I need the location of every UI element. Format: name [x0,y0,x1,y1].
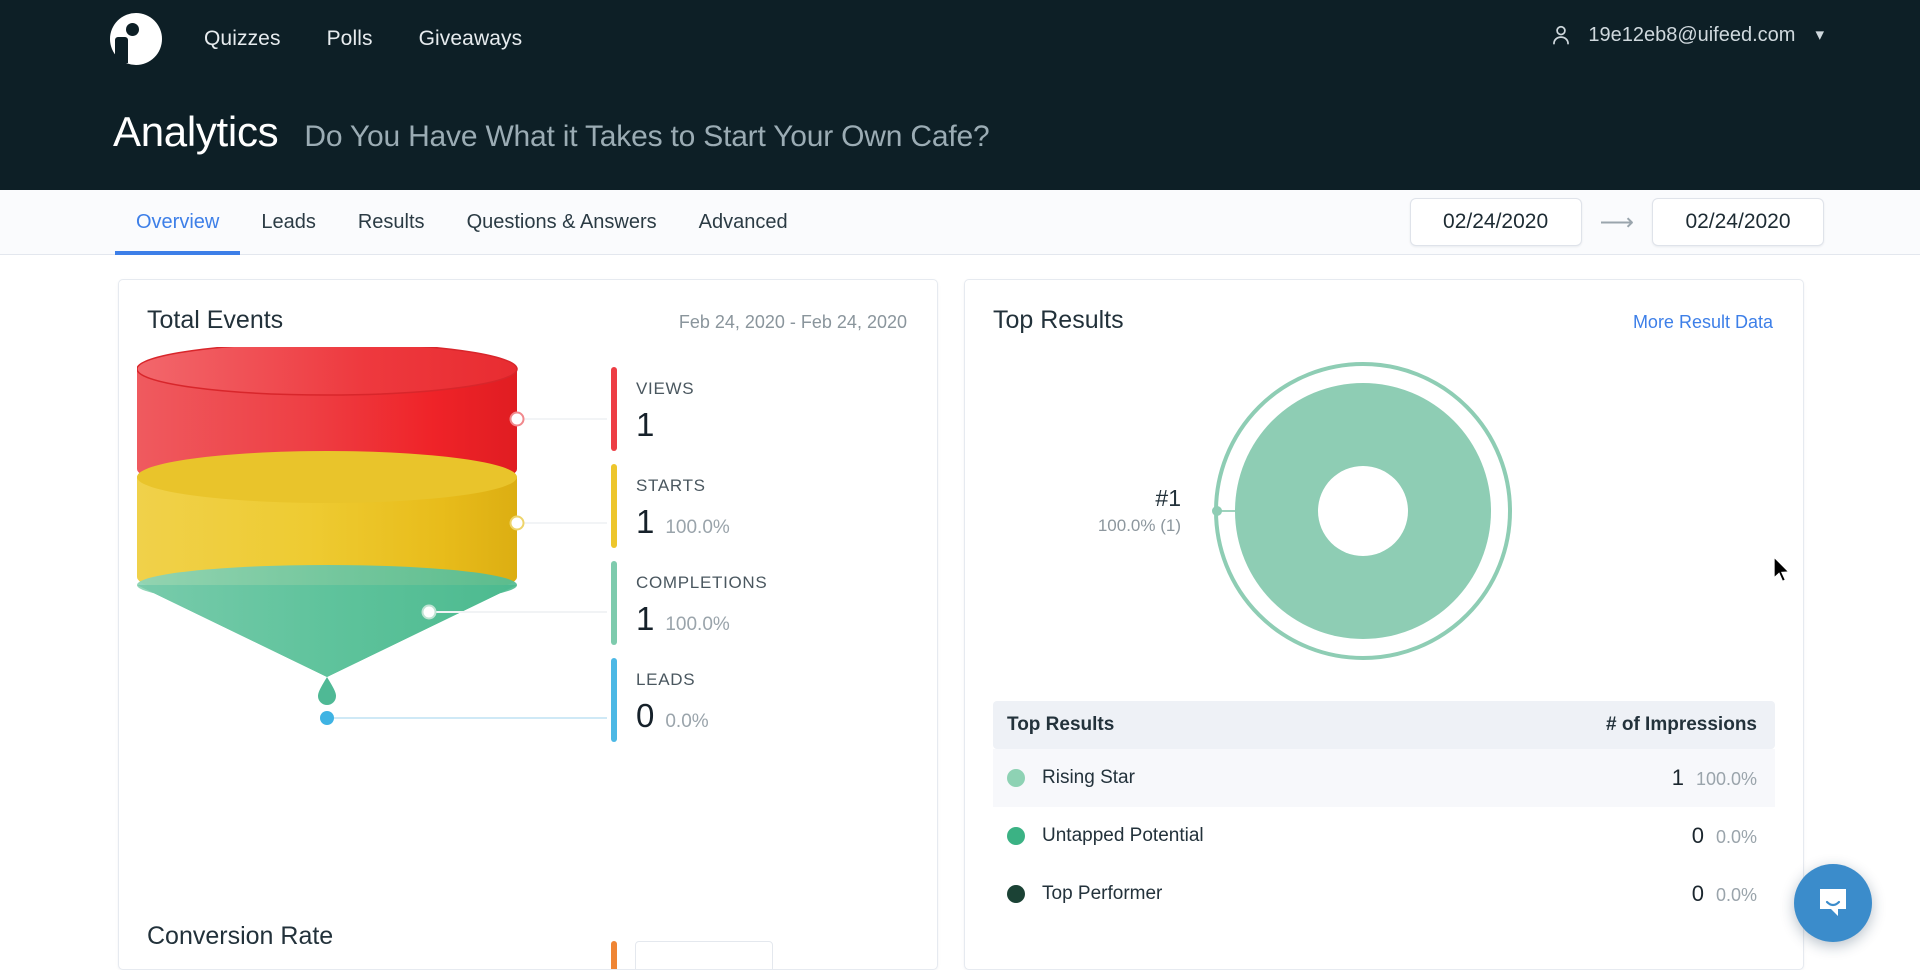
page-subtitle: Do You Have What it Takes to Start Your … [304,120,990,153]
metric-label: STARTS [636,476,706,495]
result-count: 0 [1691,823,1704,848]
funnel-graphic [137,347,607,725]
table-header-row: Top Results # of Impressions [993,701,1775,749]
metric-value: 1 [636,600,655,637]
conversion-rate-title: Conversion Rate [147,922,334,950]
user-email-label: 19e12eb8@uifeed.com [1588,23,1796,46]
tab-overview[interactable]: Overview [115,190,241,255]
end-date-input[interactable]: 02/24/2020 [1652,198,1824,246]
result-name: Rising Star [1042,767,1135,788]
top-results-title: Top Results [993,306,1124,334]
conversion-tooltip-box [635,941,773,969]
result-color-dot [1007,769,1025,787]
total-events-header: Total Events Feb 24, 2020 - Feb 24, 2020 [119,280,937,335]
nav-link-quizzes[interactable]: Quizzes [204,27,281,51]
metric-value: 0 [636,697,655,734]
top-results-card: Top Results More Result Data #1 100.0% (… [964,279,1804,970]
column-header-name: Top Results [1007,714,1115,735]
metric-label: VIEWS [636,379,695,398]
chevron-down-icon[interactable]: ▾ [1815,25,1824,45]
chat-bubble-icon [1820,889,1846,916]
chat-launcher-button[interactable] [1794,864,1872,942]
result-name: Top Performer [1042,883,1163,904]
tab-leads[interactable]: Leads [240,190,337,254]
result-name: Untapped Potential [1042,825,1204,846]
result-percent: 0.0% [1715,885,1757,905]
table-row[interactable]: Top Performer 0 0.0% [993,865,1775,923]
main-content: Total Events Feb 24, 2020 - Feb 24, 2020 [0,255,1920,970]
metric-label: LEADS [636,670,696,689]
start-date-input[interactable]: 02/24/2020 [1409,198,1582,246]
date-range-picker: 02/24/2020 ⟶ 02/24/2020 [1409,198,1824,246]
tab-list: Overview Leads Results Questions & Answe… [0,190,809,255]
table-row[interactable]: Untapped Potential 0 0.0% [993,807,1775,865]
metric-completions: COMPLETIONS 1 100.0% [611,561,921,658]
funnel-chart: VIEWS 1 STARTS 1 100.0% COMPLETIONS 1 10… [119,347,937,817]
metric-percent: 100.0% [665,517,730,538]
donut-callout: #1 100.0% (1) [1061,485,1181,536]
page-title-row: Analytics Do You Have What it Takes to S… [0,108,1920,156]
nav-link-giveaways[interactable]: Giveaways [419,27,523,51]
user-icon [1548,22,1574,48]
donut-percent-label: 100.0% (1) [1097,516,1181,535]
total-events-title: Total Events [147,306,284,334]
metric-percent: 100.0% [665,614,730,635]
table-row[interactable]: Rising Star 1 100.0% [993,749,1775,807]
more-result-data-link[interactable]: More Result Data [1633,312,1773,333]
metric-views: VIEWS 1 [611,367,921,464]
metric-value: 1 [636,503,655,540]
primary-nav-links: Quizzes Polls Giveaways [204,27,522,51]
total-events-card: Total Events Feb 24, 2020 - Feb 24, 2020 [118,279,938,970]
metric-color-bar [611,658,617,742]
top-navigation-bar: Quizzes Polls Giveaways 19e12eb8@uifeed.… [0,0,1920,190]
tab-results[interactable]: Results [337,190,446,254]
result-color-dot [1007,827,1025,845]
metric-percent: 0.0% [665,711,709,732]
top-results-header: Top Results More Result Data [965,280,1803,335]
metric-label: COMPLETIONS [636,573,768,592]
interact-logo-icon[interactable] [110,13,162,65]
result-percent: 100.0% [1695,769,1757,789]
result-color-dot [1007,885,1025,903]
funnel-metrics-list: VIEWS 1 STARTS 1 100.0% COMPLETIONS 1 10… [611,367,921,755]
top-results-donut-chart: #1 100.0% (1) [965,343,1803,693]
conversion-accent-bar [611,941,617,969]
metric-value: 1 [636,406,655,443]
metric-color-bar [611,464,617,548]
column-header-impressions: # of Impressions [1606,714,1757,735]
result-count: 1 [1671,765,1684,790]
tab-advanced[interactable]: Advanced [678,190,809,254]
page-title: Analytics [113,108,279,155]
metric-color-bar [611,561,617,645]
metric-starts: STARTS 1 100.0% [611,464,921,561]
result-percent: 0.0% [1715,827,1757,847]
tab-questions-answers[interactable]: Questions & Answers [446,190,678,254]
nav-link-polls[interactable]: Polls [327,27,373,51]
tab-bar: Overview Leads Results Questions & Answe… [0,190,1920,255]
arrow-right-icon: ⟶ [1599,208,1634,236]
donut-rank-label: #1 [1155,485,1181,511]
conversion-rate-chart-stub [611,941,773,969]
total-events-date-label: Feb 24, 2020 - Feb 24, 2020 [678,312,907,332]
metric-leads: LEADS 0 0.0% [611,658,921,755]
user-account-menu[interactable]: 19e12eb8@uifeed.com ▾ [1548,22,1824,48]
result-count: 0 [1691,881,1704,906]
top-results-table: Top Results # of Impressions Rising Star… [993,701,1775,923]
metric-color-bar [611,367,617,451]
